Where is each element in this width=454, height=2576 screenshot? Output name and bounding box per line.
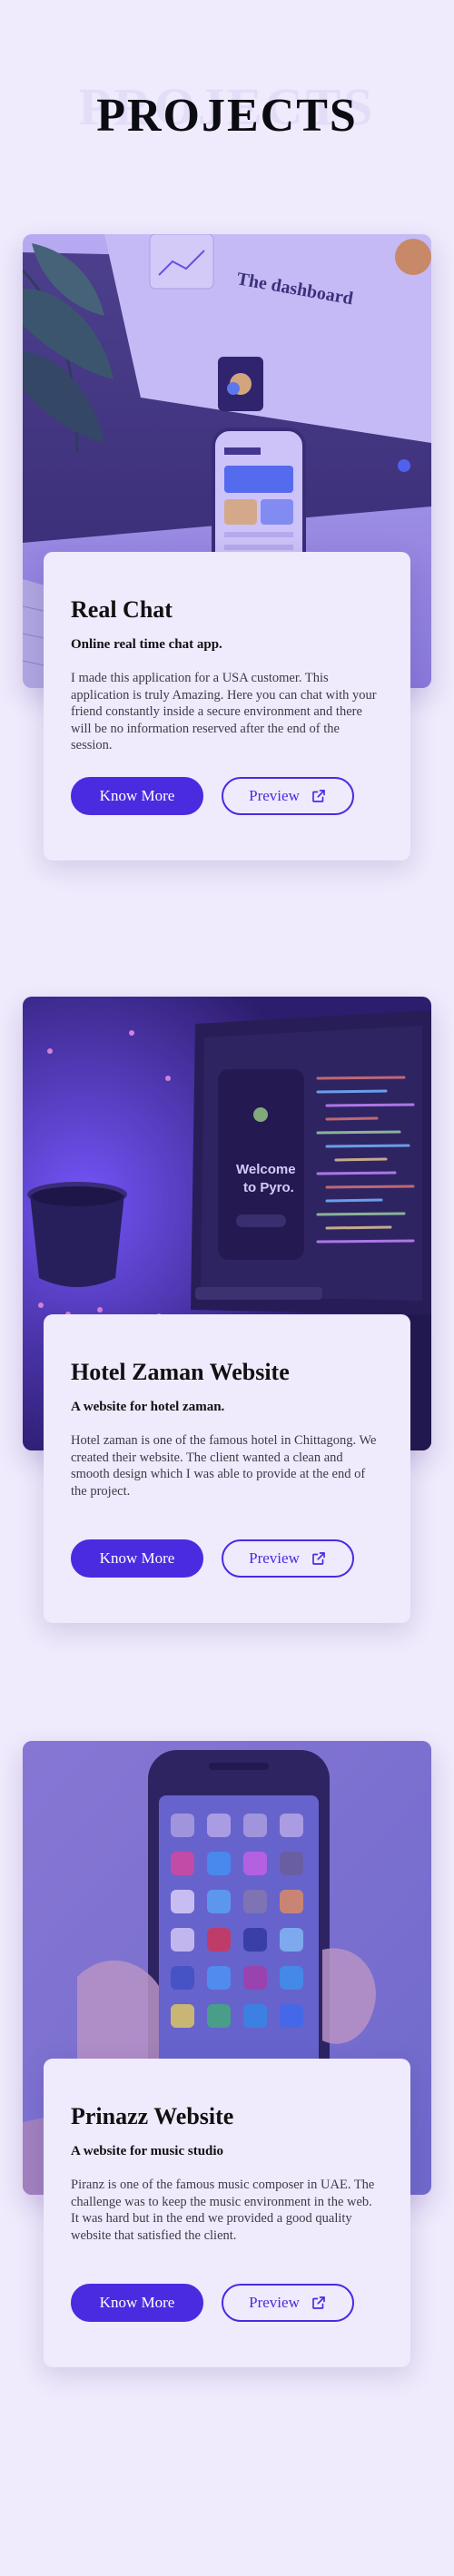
projects-page: PROJECTS PROJECTS The dashboard Real Cha…	[0, 0, 454, 2576]
know-more-button[interactable]: Know More	[71, 2284, 203, 2322]
preview-label: Preview	[249, 2294, 300, 2311]
project-subtitle: A website for hotel zaman.	[71, 1400, 225, 1414]
project-subtitle: A website for music studio	[71, 2144, 224, 2158]
external-link-icon	[311, 2295, 327, 2311]
preview-button[interactable]: Preview	[222, 2284, 354, 2322]
project-actions: Know More Preview	[71, 2284, 354, 2322]
project-prinazz: Prinazz Website A website for music stud…	[0, 1741, 454, 2376]
preview-button[interactable]: Preview	[222, 777, 354, 815]
project-title: Hotel Zaman Website	[71, 1359, 290, 1385]
projects-heading: PROJECTS PROJECTS	[0, 80, 454, 152]
external-link-icon	[311, 788, 327, 804]
project-card: Real Chat Online real time chat app. I m…	[44, 552, 410, 860]
project-hotel-zaman: Welcome to Pyro. Hotel Zaman Website A w…	[0, 997, 454, 1632]
project-card: Prinazz Website A website for music stud…	[44, 2059, 410, 2367]
page-title: PROJECTS	[96, 90, 358, 142]
preview-label: Preview	[249, 1549, 300, 1567]
project-subtitle: Online real time chat app.	[71, 637, 222, 652]
project-actions: Know More Preview	[71, 777, 354, 815]
preview-button[interactable]: Preview	[222, 1539, 354, 1578]
external-link-icon	[311, 1550, 327, 1567]
know-more-label: Know More	[99, 787, 175, 804]
project-card: Hotel Zaman Website A website for hotel …	[44, 1314, 410, 1623]
svg-text:Welcome: Welcome	[236, 1162, 296, 1177]
project-title: Real Chat	[71, 596, 173, 623]
know-more-button[interactable]: Know More	[71, 1539, 203, 1578]
know-more-label: Know More	[99, 1549, 175, 1567]
project-description: Hotel zaman is one of the famous hotel i…	[71, 1433, 377, 1499]
project-title: Prinazz Website	[71, 2103, 234, 2129]
preview-label: Preview	[249, 787, 300, 804]
project-real-chat: The dashboard Real Chat Online real time…	[0, 234, 454, 870]
know-more-label: Know More	[99, 2294, 175, 2311]
project-description: Piranz is one of the famous music compos…	[71, 2178, 375, 2243]
know-more-button[interactable]: Know More	[71, 777, 203, 815]
svg-text:to Pyro.: to Pyro.	[243, 1180, 294, 1195]
project-description: I made this application for a USA custom…	[71, 671, 377, 752]
project-actions: Know More Preview	[71, 1539, 354, 1578]
